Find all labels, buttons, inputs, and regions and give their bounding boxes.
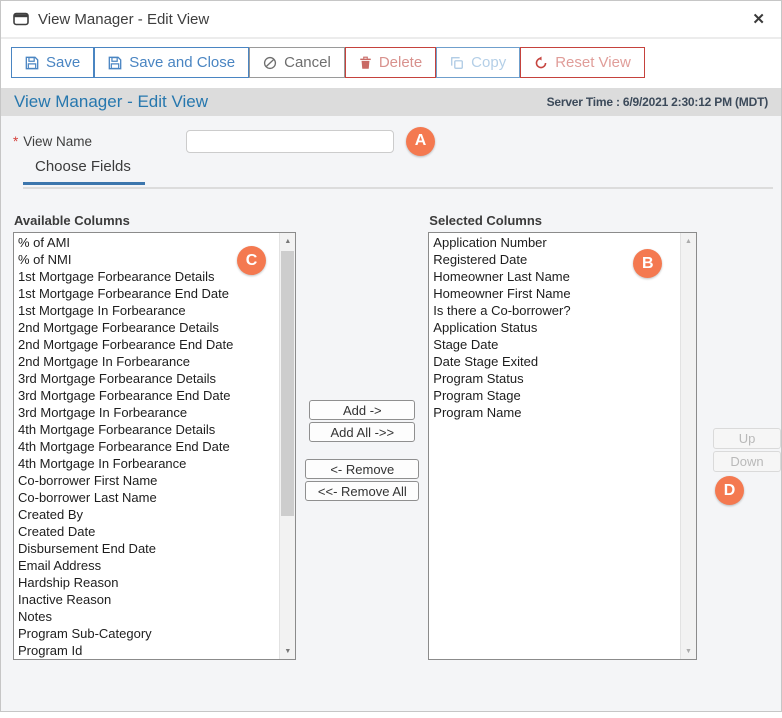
save-icon [108, 56, 122, 70]
down-button[interactable]: Down [713, 451, 781, 472]
trash-icon [359, 56, 372, 70]
dialog-titlebar: View Manager - Edit View ✕ [1, 1, 781, 39]
available-column-option[interactable]: 4th Mortgage Forbearance End Date [15, 438, 278, 455]
up-button[interactable]: Up [713, 428, 781, 449]
view-name-input[interactable] [186, 129, 394, 153]
annotation-badge-d: D [715, 476, 745, 505]
view-name-label: * View Name [13, 133, 93, 149]
selected-columns-label: Selected Columns [429, 213, 542, 228]
copy-icon [450, 56, 464, 70]
available-column-option[interactable]: 1st Mortgage In Forbearance [15, 302, 278, 319]
server-time: Server Time : 6/9/2021 2:30:12 PM (MDT) [546, 95, 769, 109]
selected-column-option[interactable]: Stage Date [430, 336, 679, 353]
available-column-option[interactable]: 2nd Mortgage In Forbearance [15, 353, 278, 370]
order-buttons: Up Down D [713, 213, 781, 660]
save-icon [25, 56, 39, 70]
copy-label: Copy [471, 54, 507, 71]
available-column-option[interactable]: 3rd Mortgage Forbearance End Date [15, 387, 278, 404]
columns-row: Available Columns % of AMI% of NMI 1st Mo… [13, 213, 781, 660]
selected-column-option[interactable]: Program Stage [430, 387, 679, 404]
scroll-down-icon[interactable] [280, 643, 295, 659]
selected-scrollbar[interactable] [680, 233, 697, 659]
selected-columns-items: Application Number Registered Date Homeown… [430, 234, 679, 659]
toolbar: Save Save and Close Cancel Delete Copy R… [1, 39, 781, 88]
scroll-up-icon[interactable] [681, 233, 696, 249]
selected-column-option[interactable]: Program Name [430, 404, 679, 421]
available-scrollbar[interactable] [279, 233, 296, 659]
copy-button[interactable]: Copy [436, 47, 521, 78]
delete-label: Delete [378, 54, 423, 71]
annotation-badge-c: C [237, 246, 266, 275]
available-column-option[interactable]: Email Address [15, 557, 278, 574]
available-column-option[interactable]: Created Date [15, 523, 278, 540]
view-manager-dialog: View Manager - Edit View ✕ Save Save and… [0, 0, 782, 712]
available-column-option[interactable]: Program Sub-Category [15, 625, 278, 642]
close-icon[interactable]: ✕ [752, 10, 765, 28]
available-column-option[interactable]: 3rd Mortgage In Forbearance [15, 404, 278, 421]
tab-choose-fields[interactable]: Choose Fields [23, 158, 145, 185]
remove-button[interactable]: <- Remove [305, 459, 420, 479]
available-column-option[interactable]: Created By [15, 506, 278, 523]
available-column-option[interactable]: Program Id [15, 642, 278, 659]
scroll-down-icon[interactable] [681, 643, 696, 659]
save-label: Save [46, 54, 81, 71]
save-button[interactable]: Save [11, 47, 95, 78]
tab-bar: Choose Fields [13, 158, 781, 189]
scroll-up-icon[interactable] [280, 233, 295, 249]
transfer-buttons: Add -> Add All ->> <- Remove <<- Remove … [296, 213, 428, 660]
available-column-option[interactable]: Co-borrower First Name [15, 472, 278, 489]
available-column-option[interactable]: 3rd Mortgage Forbearance Details [15, 370, 278, 387]
selected-columns-listbox[interactable]: Application Number Registered Date Homeown… [428, 232, 698, 660]
reset-icon [534, 56, 548, 70]
delete-button[interactable]: Delete [344, 47, 437, 78]
available-column-option[interactable]: 4th Mortgage Forbearance Details [15, 421, 278, 438]
selected-column-option[interactable]: Date Stage Exited [430, 353, 679, 370]
save-and-close-button[interactable]: Save and Close [94, 47, 250, 78]
required-marker: * [13, 133, 19, 149]
available-columns-items: % of AMI% of NMI 1st Mortgage Forbearance… [15, 234, 278, 659]
available-column-option[interactable]: % of AMI [15, 234, 278, 251]
available-column-option[interactable]: 4th Mortgage In Forbearance [15, 455, 278, 472]
selected-columns-section: Selected Columns Application Number Regis… [428, 213, 698, 660]
available-column-option[interactable]: 2nd Mortgage Forbearance End Date [15, 336, 278, 353]
view-name-row: * View Name A [13, 126, 781, 156]
available-column-option[interactable]: 1st Mortgage Forbearance Details [15, 268, 278, 285]
reset-view-label: Reset View [555, 54, 631, 71]
cancel-label: Cancel [284, 54, 331, 71]
selected-column-option[interactable]: Application Number [430, 234, 679, 251]
add-all-button[interactable]: Add All ->> [309, 422, 416, 442]
page-header: View Manager - Edit View Server Time : 6… [1, 88, 781, 116]
page-title: View Manager - Edit View [14, 92, 209, 111]
available-column-option[interactable]: Co-borrower Last Name [15, 489, 278, 506]
cancel-button[interactable]: Cancel [249, 47, 345, 78]
window-icon [13, 12, 29, 26]
add-button[interactable]: Add -> [309, 400, 416, 420]
available-columns-label: Available Columns [14, 213, 130, 228]
available-column-option[interactable]: Hardship Reason [15, 574, 278, 591]
available-column-option[interactable]: Notes [15, 608, 278, 625]
selected-column-option[interactable]: Homeowner First Name [430, 285, 679, 302]
save-and-close-label: Save and Close [129, 54, 236, 71]
scrollbar-thumb[interactable] [281, 251, 295, 516]
selected-column-option[interactable]: Application Status [430, 319, 679, 336]
annotation-badge-a: A [406, 126, 435, 156]
available-column-option[interactable]: 1st Mortgage Forbearance End Date [15, 285, 278, 302]
dialog-title: View Manager - Edit View [38, 10, 210, 28]
available-columns-section: Available Columns % of AMI% of NMI 1st Mo… [13, 213, 297, 660]
tab-divider [23, 187, 773, 189]
remove-all-button[interactable]: <<- Remove All [305, 481, 420, 501]
available-column-option[interactable]: Disbursement End Date [15, 540, 278, 557]
selected-column-option[interactable]: Program Status [430, 370, 679, 387]
cancel-icon [263, 56, 277, 70]
dialog-content: * View Name A Choose Fields Available Col… [1, 116, 781, 711]
available-column-option[interactable]: Inactive Reason [15, 591, 278, 608]
selected-column-option[interactable]: Is there a Co-borrower? [430, 302, 679, 319]
reset-view-button[interactable]: Reset View [520, 47, 645, 78]
available-column-option[interactable]: 2nd Mortgage Forbearance Details [15, 319, 278, 336]
available-columns-listbox[interactable]: % of AMI% of NMI 1st Mortgage Forbearance… [13, 232, 297, 660]
